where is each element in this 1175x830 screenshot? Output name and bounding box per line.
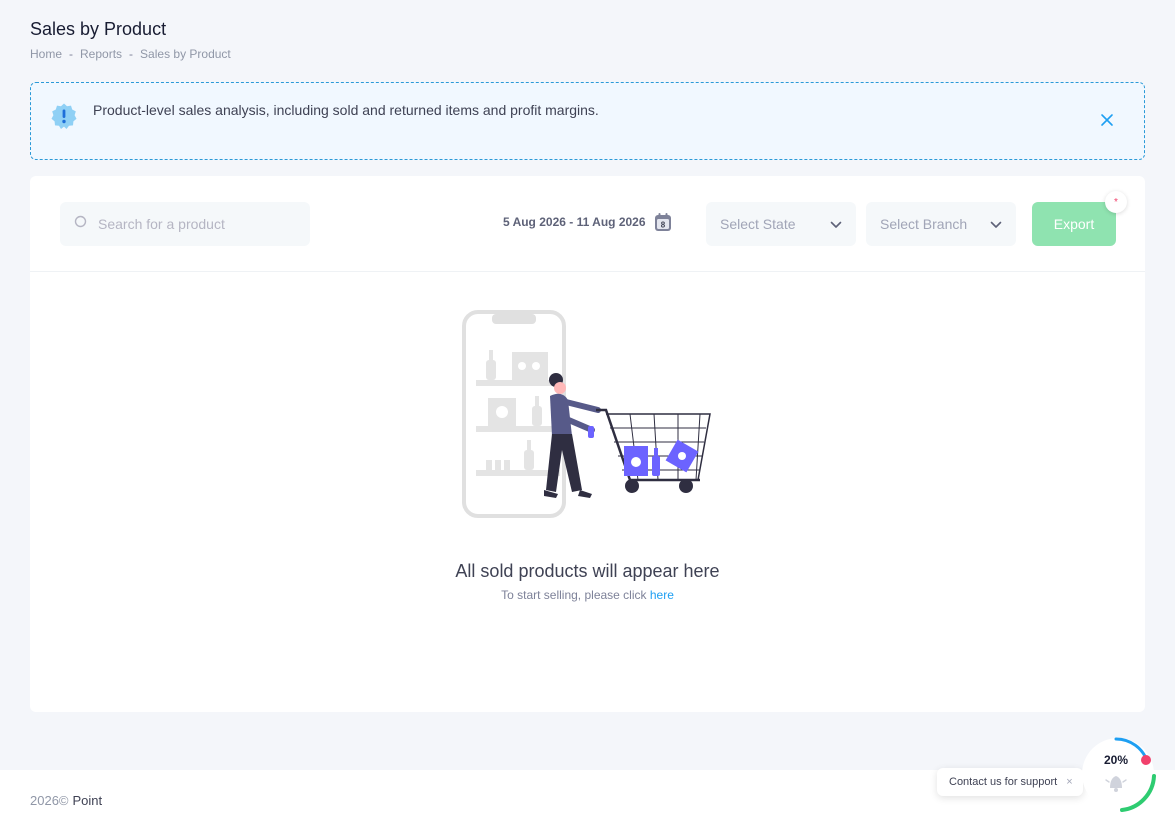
state-select[interactable]: Select State	[706, 202, 856, 246]
breadcrumb-separator: -	[129, 47, 134, 61]
alert-message: Product-level sales analysis, including …	[93, 102, 599, 118]
branch-select[interactable]: Select Branch	[866, 202, 1016, 246]
start-selling-link[interactable]: here	[650, 588, 674, 602]
breadcrumb-reports[interactable]: Reports	[80, 47, 122, 61]
footer-copyright: 2026©	[30, 792, 69, 808]
breadcrumb-separator: -	[69, 47, 74, 61]
info-alert: Product-level sales analysis, including …	[30, 82, 1145, 160]
shopping-cart-illustration-icon	[460, 310, 716, 524]
search-icon	[74, 215, 88, 234]
export-button[interactable]: Export	[1032, 202, 1116, 246]
chevron-down-icon	[830, 216, 842, 232]
empty-state-title: All sold products will appear here	[455, 561, 720, 581]
search-input[interactable]	[98, 216, 298, 232]
branch-select-value: Select Branch	[880, 216, 968, 232]
date-range-picker[interactable]: 5 Aug 2026 - 11 Aug 2026 8	[503, 212, 672, 232]
empty-state-subtitle-text: To start selling, please click	[501, 588, 650, 602]
calendar-icon: 8	[654, 212, 672, 232]
calendar-day-number: 8	[660, 221, 665, 230]
footer-brand-link[interactable]: Point	[73, 793, 103, 808]
report-toolbar: 5 Aug 2026 - 11 Aug 2026 8 Select State …	[30, 176, 1145, 272]
contact-support-label: Contact us for support	[949, 776, 1058, 788]
breadcrumb-current: Sales by Product	[140, 47, 231, 61]
onboarding-progress-widget[interactable]: 20%	[1080, 736, 1156, 812]
export-badge: *	[1105, 191, 1127, 213]
progress-percent: 20%	[1103, 753, 1129, 767]
date-range-label: 5 Aug 2026 - 11 Aug 2026	[503, 215, 646, 229]
close-icon[interactable]: ×	[1066, 776, 1072, 788]
breadcrumb-home[interactable]: Home	[30, 47, 62, 61]
contact-support-button[interactable]: Contact us for support ×	[937, 768, 1083, 796]
page-title: Sales by Product	[30, 19, 167, 39]
search-box[interactable]	[60, 202, 310, 246]
empty-state-subtitle: To start selling, please click here	[30, 588, 1145, 602]
empty-state: All sold products will appear here To st…	[30, 272, 1145, 712]
info-badge-icon	[50, 102, 78, 130]
close-icon[interactable]	[1100, 113, 1114, 127]
chevron-down-icon	[990, 216, 1002, 232]
page-header: Sales by Product Home - Reports - Sales …	[30, 19, 231, 61]
breadcrumb: Home - Reports - Sales by Product	[30, 47, 231, 61]
report-card: 5 Aug 2026 - 11 Aug 2026 8 Select State …	[30, 176, 1145, 712]
state-select-value: Select State	[720, 216, 796, 232]
